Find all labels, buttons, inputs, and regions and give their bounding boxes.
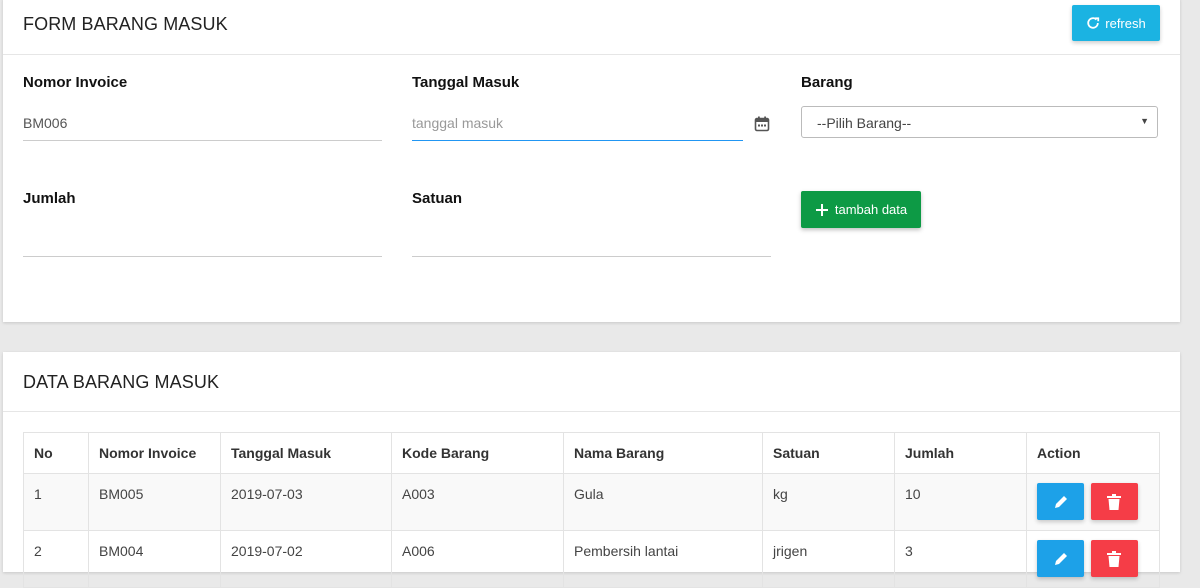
chevron-down-icon: ▼	[1140, 116, 1149, 126]
cell-qty: 10	[894, 473, 1027, 531]
table-row: 1 BM005 2019-07-03 A003 Gula kg 10	[23, 473, 1160, 531]
edit-button[interactable]	[1037, 540, 1084, 577]
col-name: Nama Barang	[563, 432, 763, 474]
col-code: Kode Barang	[391, 432, 564, 474]
table-header-row: No Nomor Invoice Tanggal Masuk Kode Bara…	[23, 432, 1160, 474]
cell-invoice: BM005	[88, 473, 221, 531]
cell-invoice: BM004	[88, 530, 221, 588]
item-select-value: --Pilih Barang--	[817, 115, 912, 131]
cell-unit: jrigen	[762, 530, 895, 588]
cell-name: Pembersih lantai	[563, 530, 763, 588]
refresh-icon	[1087, 17, 1100, 29]
data-title: DATA BARANG MASUK	[23, 372, 220, 392]
col-qty: Jumlah	[894, 432, 1027, 474]
cell-code: A006	[391, 530, 564, 588]
form-title: FORM BARANG MASUK	[23, 14, 228, 34]
qty-label: Jumlah	[23, 190, 76, 207]
data-card: DATA BARANG MASUK No Nomor Invoice Tangg…	[3, 352, 1180, 588]
pencil-icon	[1054, 552, 1067, 565]
plus-icon	[815, 203, 828, 216]
cell-name: Gula	[563, 473, 763, 531]
refresh-button[interactable]: refresh	[1072, 5, 1160, 41]
invoice-field[interactable]	[23, 106, 382, 141]
add-data-button[interactable]: tambah data	[801, 191, 921, 228]
data-table: No Nomor Invoice Tanggal Masuk Kode Bara…	[23, 432, 1160, 588]
date-field[interactable]	[412, 106, 743, 141]
delete-button[interactable]	[1090, 483, 1138, 520]
col-no: No	[23, 432, 89, 474]
unit-label: Satuan	[412, 190, 463, 207]
item-select[interactable]: --Pilih Barang-- ▼	[801, 106, 1158, 138]
data-card-header: DATA BARANG MASUK	[3, 352, 1180, 412]
cell-code: A003	[391, 473, 564, 531]
cell-qty: 3	[894, 530, 1027, 588]
item-label: Barang	[801, 74, 853, 91]
delete-button[interactable]	[1090, 540, 1138, 577]
table-row: 2 BM004 2019-07-02 A006 Pembersih lantai…	[23, 530, 1160, 588]
cell-action	[1026, 473, 1160, 531]
edit-button[interactable]	[1037, 483, 1084, 520]
pencil-icon	[1054, 495, 1067, 508]
col-unit: Satuan	[762, 432, 895, 474]
trash-icon	[1107, 493, 1122, 510]
date-label: Tanggal Masuk	[412, 74, 520, 91]
trash-icon	[1107, 550, 1122, 567]
col-date: Tanggal Masuk	[220, 432, 392, 474]
form-card: FORM BARANG MASUK refresh Nomor Invoice …	[3, 0, 1180, 322]
cell-date: 2019-07-02	[220, 530, 392, 588]
cell-action	[1026, 530, 1160, 588]
cell-no: 2	[23, 530, 89, 588]
col-action: Action	[1026, 432, 1160, 474]
col-invoice: Nomor Invoice	[88, 432, 221, 474]
form-card-header: FORM BARANG MASUK refresh	[3, 0, 1180, 55]
qty-field[interactable]	[23, 222, 382, 257]
add-data-label: tambah data	[834, 202, 908, 217]
unit-field[interactable]	[412, 222, 771, 257]
cell-date: 2019-07-03	[220, 473, 392, 531]
cell-no: 1	[23, 473, 89, 531]
refresh-label: refresh	[1105, 15, 1146, 31]
calendar-icon[interactable]	[754, 116, 770, 132]
cell-unit: kg	[762, 473, 895, 531]
invoice-label: Nomor Invoice	[23, 74, 128, 91]
